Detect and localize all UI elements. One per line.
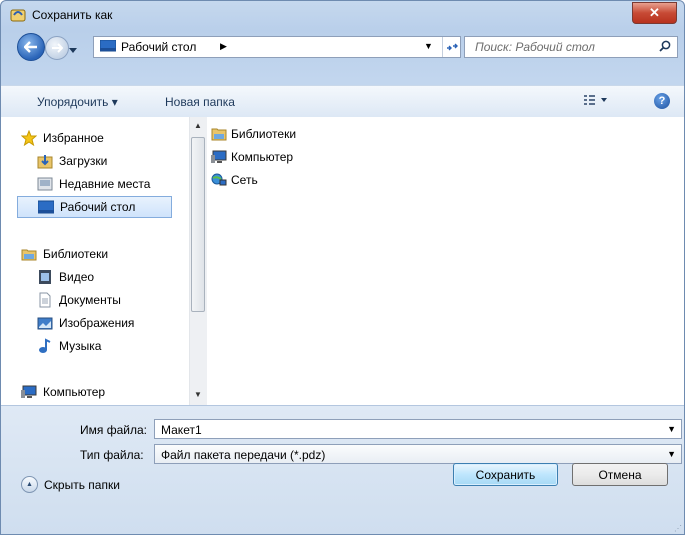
- file-item-label: Библиотеки: [231, 127, 297, 141]
- close-button[interactable]: ✕: [632, 2, 677, 24]
- libraries-icon: [21, 246, 37, 262]
- desktop-icon: [99, 39, 117, 52]
- filetype-select[interactable]: Файл пакета передачи (*.pdz) ▼: [154, 444, 682, 464]
- sidebar-item-pictures[interactable]: Изображения: [17, 312, 172, 334]
- sidebar-item-favorites[interactable]: Избранное: [17, 127, 172, 149]
- new-folder-button[interactable]: Новая папка: [165, 95, 235, 109]
- navigation-bar: Рабочий стол ▶ ▼ Поиск: Рабочий стол: [1, 30, 684, 62]
- filename-dropdown-icon[interactable]: ▼: [667, 424, 676, 434]
- sidebar-item-label: Компьютер: [43, 385, 106, 399]
- close-icon: ✕: [649, 5, 660, 20]
- forward-button[interactable]: [45, 36, 69, 60]
- documents-icon: [37, 292, 53, 308]
- filename-field[interactable]: Макет1 ▼: [154, 419, 682, 439]
- sidebar-item-music[interactable]: Музыка: [17, 335, 172, 357]
- address-bar[interactable]: Рабочий стол ▶ ▼: [93, 36, 461, 58]
- video-icon: [37, 269, 53, 285]
- sidebar-item-documents[interactable]: Документы: [17, 289, 172, 311]
- breadcrumb-arrow-icon[interactable]: ▶: [220, 41, 227, 52]
- desktop-icon: [37, 199, 55, 215]
- sidebar-item-label: Изображения: [59, 316, 135, 330]
- file-item-label: Компьютер: [231, 150, 294, 164]
- sidebar-item-desktop[interactable]: Рабочий стол: [17, 196, 172, 218]
- sidebar-item-label: Загрузки: [59, 154, 108, 168]
- cancel-button[interactable]: Отмена: [572, 463, 668, 486]
- sidebar-item-label: Документы: [59, 293, 121, 307]
- computer-icon: [21, 384, 37, 400]
- refresh-icon[interactable]: [442, 37, 460, 57]
- address-dropdown-icon[interactable]: ▼: [424, 41, 433, 51]
- sidebar-item-label: Рабочий стол: [60, 200, 136, 214]
- main-content: Избранное Загрузки Недавние места Рабочи…: [1, 117, 684, 405]
- sidebar-item-label: Избранное: [43, 131, 104, 145]
- filename-value: Макет1: [161, 423, 202, 437]
- organize-menu[interactable]: Упорядочить ▾: [37, 95, 118, 109]
- navigation-pane: Избранное Загрузки Недавние места Рабочи…: [17, 117, 207, 405]
- sidebar-item-computer[interactable]: Компьютер: [17, 381, 172, 403]
- resize-grip-icon[interactable]: ⋰: [674, 524, 682, 533]
- app-icon: [10, 7, 26, 23]
- save-as-dialog: Сохранить как ✕ Рабочий стол ▶ ▼ Поиск: …: [0, 0, 685, 535]
- search-icon[interactable]: [659, 40, 671, 55]
- back-button[interactable]: [17, 33, 45, 61]
- filename-label: Имя файла:: [80, 423, 147, 437]
- sidebar-item-label: Музыка: [59, 339, 102, 353]
- search-box[interactable]: Поиск: Рабочий стол: [464, 36, 678, 58]
- command-bar: Упорядочить ▾ Новая папка ?: [1, 85, 684, 118]
- network-icon: [211, 173, 227, 187]
- file-item-label: Сеть: [231, 173, 258, 187]
- sidebar-item-label: Недавние места: [59, 177, 151, 191]
- file-item-network[interactable]: Сеть: [211, 171, 258, 189]
- sidebar-item-label: Библиотеки: [43, 247, 109, 261]
- recent-places-icon: [37, 176, 53, 192]
- title-bar: Сохранить как ✕: [1, 1, 684, 31]
- view-options-icon[interactable]: [584, 94, 608, 109]
- libraries-icon: [211, 127, 227, 141]
- file-item-libraries[interactable]: Библиотеки: [211, 125, 296, 143]
- collapse-icon: ▲: [21, 476, 38, 493]
- file-item-computer[interactable]: Компьютер: [211, 148, 293, 166]
- sidebar-item-downloads[interactable]: Загрузки: [17, 150, 172, 172]
- hide-folders-button[interactable]: ▲ Скрыть папки: [21, 476, 120, 493]
- help-icon[interactable]: ?: [654, 93, 670, 109]
- dialog-footer: Имя файла: Макет1 ▼ Тип файла: Файл паке…: [1, 405, 684, 534]
- address-text: Рабочий стол: [121, 40, 197, 54]
- pictures-icon: [37, 315, 53, 331]
- window-title: Сохранить как: [32, 8, 113, 22]
- downloads-icon: [37, 153, 53, 169]
- hide-folders-label: Скрыть папки: [44, 477, 120, 492]
- search-placeholder: Поиск: Рабочий стол: [475, 40, 595, 54]
- arrow-right-icon: [52, 43, 63, 53]
- filetype-value: Файл пакета передачи (*.pdz): [161, 448, 326, 462]
- history-dropdown-icon[interactable]: [69, 43, 77, 57]
- star-icon: [20, 129, 38, 147]
- filetype-dropdown-icon[interactable]: ▼: [667, 449, 676, 459]
- sidebar-item-video[interactable]: Видео: [17, 266, 172, 288]
- computer-icon: [211, 150, 227, 164]
- file-list: Библиотеки Компьютер Сеть: [197, 117, 677, 405]
- save-button[interactable]: Сохранить: [453, 463, 558, 486]
- filetype-label: Тип файла:: [80, 448, 144, 462]
- sidebar-item-libraries[interactable]: Библиотеки: [17, 243, 172, 265]
- arrow-left-icon: [24, 41, 37, 53]
- sidebar-item-recent-places[interactable]: Недавние места: [17, 173, 172, 195]
- music-icon: [37, 338, 53, 354]
- sidebar-item-label: Видео: [59, 270, 95, 284]
